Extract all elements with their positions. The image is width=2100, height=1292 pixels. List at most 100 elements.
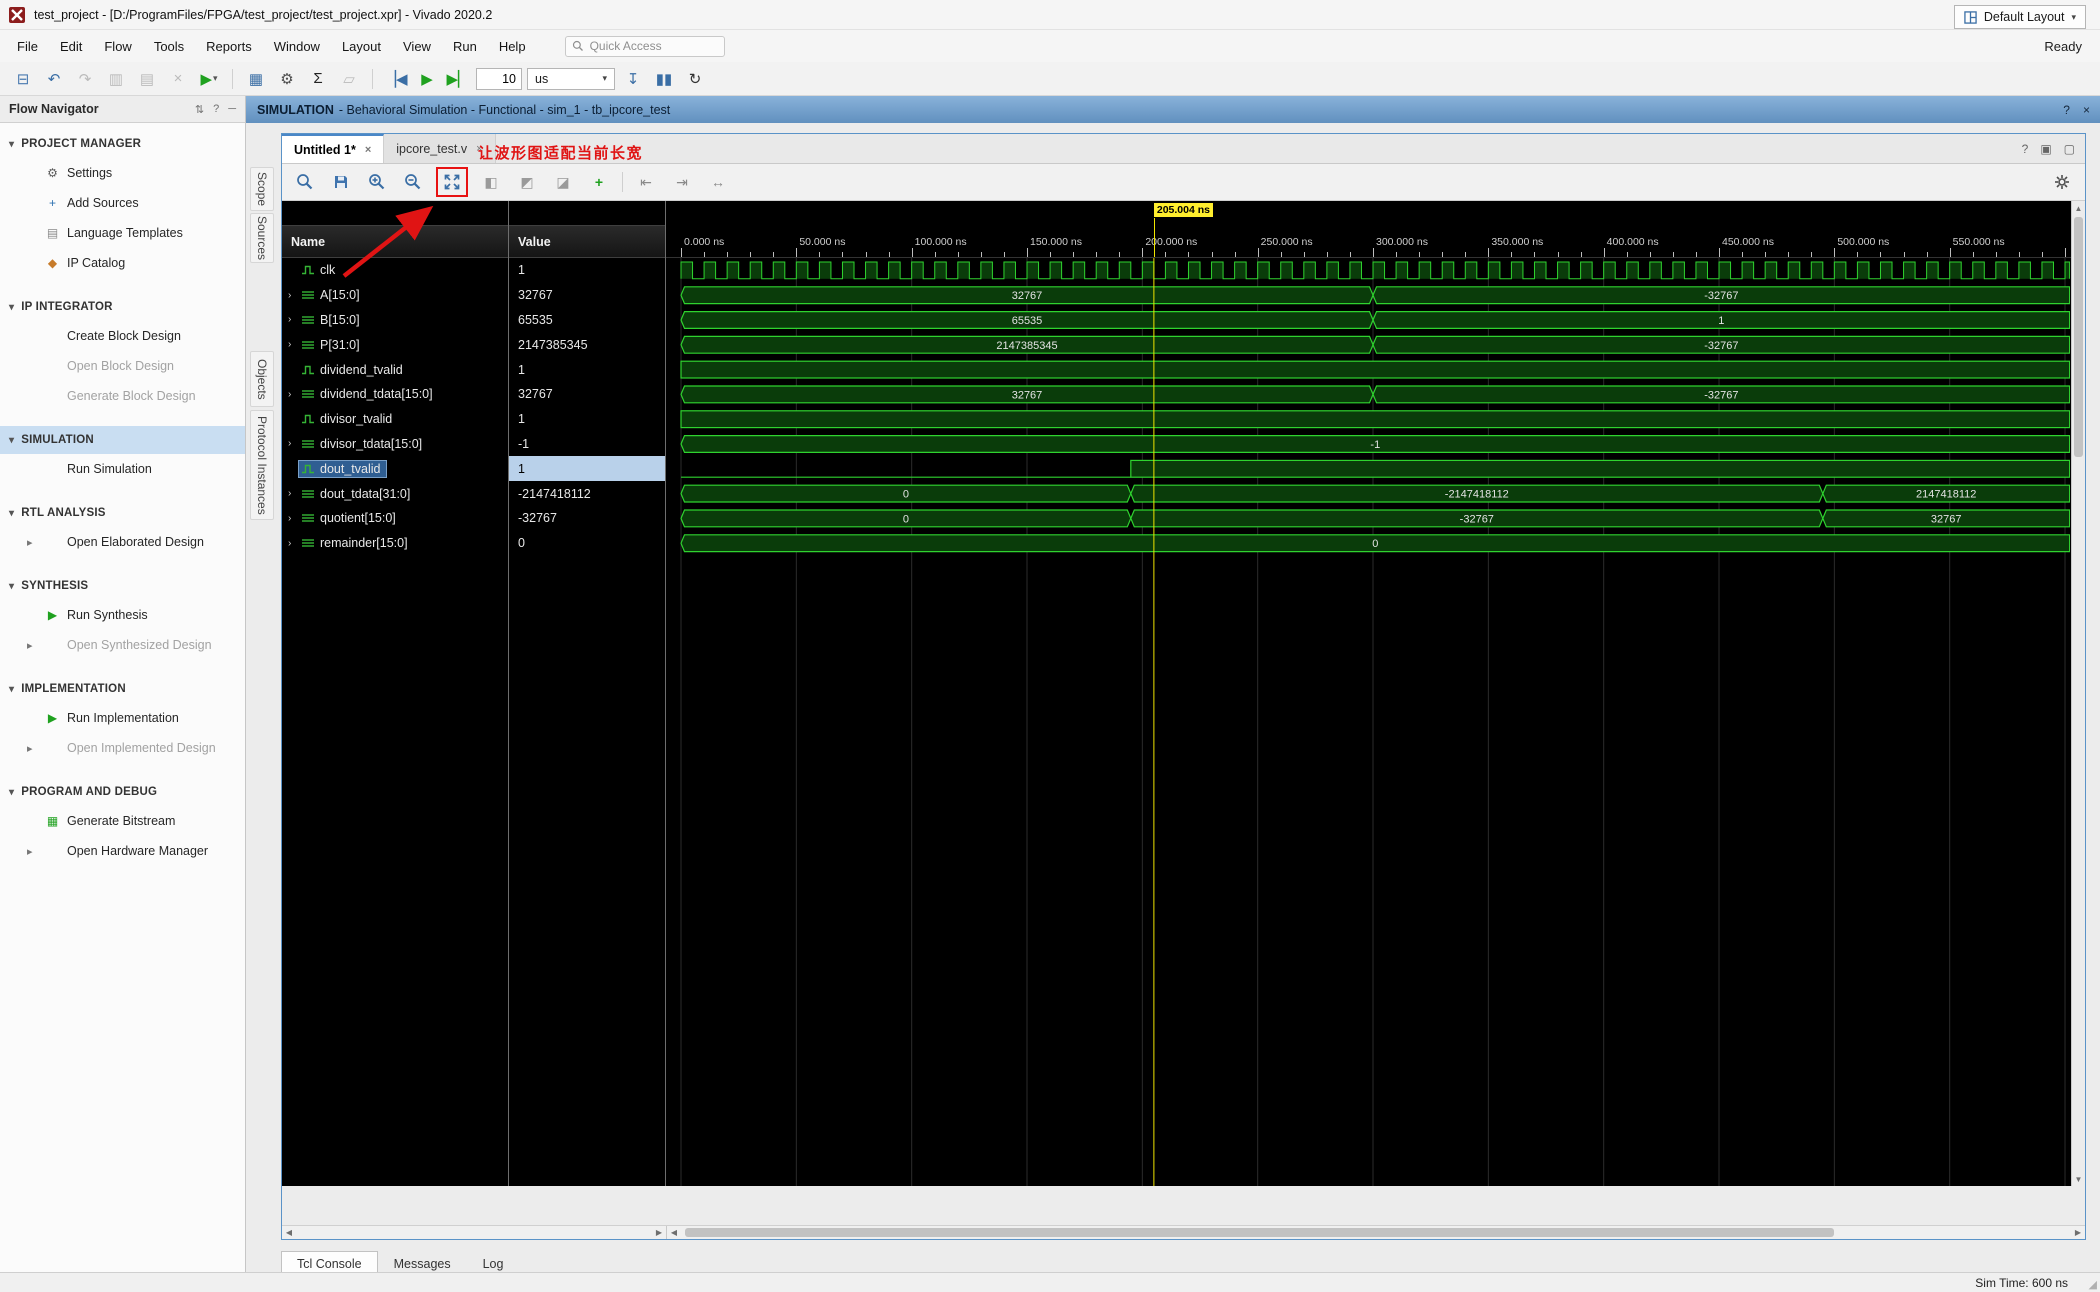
flow-item-language-templates[interactable]: ▤ Language Templates (0, 218, 245, 248)
signal-value-cell[interactable]: 1 (509, 407, 665, 432)
wave-horizontal-scrollbar[interactable]: ◀ ▶ (667, 1226, 2085, 1239)
flow-item-generate-bitstream[interactable]: ▦ Generate Bitstream (0, 806, 245, 836)
close-icon[interactable]: × (2083, 103, 2090, 117)
signal-value-cell[interactable]: 2147385345 (509, 332, 665, 357)
debug-icon[interactable]: ▦ (243, 66, 269, 92)
copy-icon[interactable]: ▥ (103, 66, 129, 92)
help-icon[interactable]: ? (2022, 142, 2029, 156)
name-horizontal-scrollbar[interactable]: ◀ ▶ (282, 1226, 667, 1239)
expand-icon[interactable]: ▸ (27, 639, 38, 652)
save-icon[interactable] (328, 169, 354, 195)
paste-icon[interactable]: ▤ (134, 66, 160, 92)
signal-value-cell[interactable]: 1 (509, 357, 665, 382)
flow-item-add-sources[interactable]: + Add Sources (0, 188, 245, 218)
goto-start-icon[interactable]: ⇤ (633, 169, 659, 195)
redo-icon[interactable]: ↷ (72, 66, 98, 92)
scroll-left-icon[interactable]: ◀ (667, 1226, 681, 1239)
side-tab-scope[interactable]: Scope (250, 167, 274, 211)
flow-section-header[interactable]: ▾ PROGRAM AND DEBUG (0, 778, 245, 806)
signal-row[interactable]: › remainder[15:0] (282, 531, 508, 556)
signal-row[interactable]: dout_tvalid (282, 456, 508, 481)
scroll-up-icon[interactable]: ▲ (2072, 201, 2085, 215)
expand-icon[interactable]: ▸ (27, 742, 38, 755)
expand-icon[interactable]: › (288, 290, 299, 301)
run-time-input[interactable] (476, 67, 522, 90)
expand-icon[interactable]: › (288, 389, 299, 400)
signal-value-cell[interactable]: 1 (509, 258, 665, 283)
restart-icon[interactable]: ▕◀ (383, 66, 409, 92)
waveform-canvas[interactable]: 32767 -32767 65535 1 2147385345 -32767 32767 -3… (666, 258, 2070, 1186)
zoom-range-icon[interactable]: ◧ (478, 169, 504, 195)
horizontal-scrollbar-thumb[interactable] (685, 1228, 1834, 1237)
add-marker-icon[interactable]: + (586, 169, 612, 195)
menu-tools[interactable]: Tools (143, 33, 195, 60)
next-transition-icon[interactable]: ◪ (550, 169, 576, 195)
value-column-header[interactable]: Value (509, 225, 665, 258)
sum-icon[interactable]: Σ (305, 66, 331, 92)
expand-icon[interactable]: › (288, 314, 299, 325)
waveform-plot-area[interactable]: 0.000 ns 50.000 ns 100.000 ns 150.000 ns 200… (666, 201, 2071, 1186)
signal-row[interactable]: › quotient[15:0] (282, 506, 508, 531)
menu-flow[interactable]: Flow (93, 33, 142, 60)
step-icon[interactable]: ↧ (620, 66, 646, 92)
quick-access-search[interactable]: Quick Access (564, 35, 725, 57)
expand-icon[interactable]: › (288, 488, 299, 499)
scroll-left-icon[interactable]: ◀ (282, 1226, 296, 1239)
expand-icon[interactable]: ▸ (27, 845, 38, 858)
help-icon[interactable]: ? (2063, 103, 2070, 117)
expand-icon[interactable]: › (288, 538, 299, 549)
menu-view[interactable]: View (392, 33, 442, 60)
run-icon[interactable]: ▶ ▾ (196, 66, 222, 92)
flow-item-settings[interactable]: ⚙ Settings (0, 158, 245, 188)
menu-layout[interactable]: Layout (331, 33, 392, 60)
edit-icon[interactable]: ▱ (336, 66, 362, 92)
expand-icon[interactable]: › (288, 513, 299, 524)
close-tab-icon[interactable]: × (365, 144, 371, 156)
collapse-panel-icon[interactable]: ─ (228, 103, 236, 116)
side-tab-sources[interactable]: Sources (250, 213, 274, 263)
menu-help[interactable]: Help (488, 33, 537, 60)
signal-row[interactable]: divisor_tvalid (282, 407, 508, 432)
open-icon[interactable]: ⊟ (10, 66, 36, 92)
vertical-scrollbar-thumb[interactable] (2074, 217, 2083, 457)
side-tab-protocol-instances[interactable]: Protocol Instances (250, 410, 274, 520)
prev-transition-icon[interactable]: ◩ (514, 169, 540, 195)
zoom-in-icon[interactable] (364, 169, 390, 195)
flow-section-header[interactable]: ▾ RTL ANALYSIS (0, 499, 245, 527)
expand-icon[interactable]: › (288, 339, 299, 350)
signal-row[interactable]: › A[15:0] (282, 283, 508, 308)
signal-row[interactable]: › B[15:0] (282, 308, 508, 333)
scroll-right-icon[interactable]: ▶ (2071, 1226, 2085, 1239)
signal-value-cell[interactable]: 32767 (509, 382, 665, 407)
flow-section-header[interactable]: ▾ SYNTHESIS (0, 572, 245, 600)
flow-item-ip-catalog[interactable]: ◆ IP Catalog (0, 248, 245, 278)
resize-grip[interactable]: ◢ (2089, 1278, 2097, 1291)
expand-icon[interactable]: › (288, 438, 299, 449)
side-tab-objects[interactable]: Objects (250, 351, 274, 407)
signal-row[interactable]: › dividend_tdata[15:0] (282, 382, 508, 407)
signal-value-cell[interactable]: -1 (509, 432, 665, 457)
signal-row[interactable]: › dout_tdata[31:0] (282, 481, 508, 506)
zoom-fit-icon[interactable] (436, 167, 468, 197)
signal-row[interactable]: clk (282, 258, 508, 283)
signal-value-cell[interactable]: 32767 (509, 283, 665, 308)
expand-icon[interactable]: ▸ (27, 536, 38, 549)
menu-run[interactable]: Run (442, 33, 488, 60)
settings-icon[interactable]: ⚙ (274, 66, 300, 92)
flow-item-run-implementation[interactable]: ▶ Run Implementation (0, 703, 245, 733)
flow-item-open-elaborated-design[interactable]: ▸ Open Elaborated Design (0, 527, 245, 557)
pause-icon[interactable]: ▮▮ (651, 66, 677, 92)
scroll-down-icon[interactable]: ▼ (2072, 1172, 2085, 1186)
signal-row[interactable]: › divisor_tdata[15:0] (282, 432, 508, 457)
relaunch-icon[interactable]: ↻ (682, 66, 708, 92)
signal-row[interactable]: dividend_tvalid (282, 357, 508, 382)
flow-section-header[interactable]: ▾ SIMULATION (0, 426, 245, 454)
help-icon[interactable]: ? (213, 103, 219, 116)
layout-selector[interactable]: Default Layout ▾ (1953, 5, 2086, 29)
flow-section-header[interactable]: ▾ PROJECT MANAGER (0, 130, 245, 158)
signal-value-cell[interactable]: 1 (509, 456, 665, 482)
flow-section-header[interactable]: ▾ IMPLEMENTATION (0, 675, 245, 703)
signal-value-cell[interactable]: 65535 (509, 308, 665, 333)
flow-item-open-hardware-manager[interactable]: ▸ Open Hardware Manager (0, 836, 245, 866)
menu-window[interactable]: Window (263, 33, 331, 60)
